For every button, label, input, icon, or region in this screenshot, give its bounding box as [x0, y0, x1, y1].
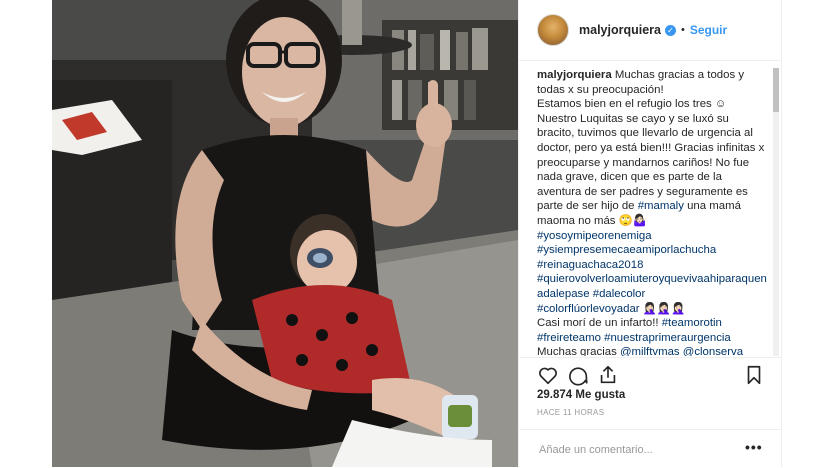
caption-scrollbar[interactable]	[773, 68, 779, 356]
header-username[interactable]: malyjorquiera	[579, 23, 661, 37]
heart-icon[interactable]	[537, 364, 559, 386]
separator-dot: •	[680, 24, 685, 36]
mention-link[interactable]: @clonserva	[683, 346, 743, 356]
action-bar	[519, 357, 781, 388]
caption-text: malyjorquiera Muchas gracias a todos y t…	[537, 68, 769, 356]
hashtag-link[interactable]: #yosoymipeorenemiga	[537, 230, 652, 242]
post-photo[interactable]	[52, 0, 518, 467]
share-icon[interactable]	[597, 364, 619, 386]
more-options-button[interactable]: •••	[745, 439, 763, 455]
caption-text-fragment: Casi morí de un infarto!!	[537, 317, 662, 330]
verified-badge-icon: ✓	[664, 24, 676, 36]
hashtag-link[interactable]: #colorflúorlevoyadar	[537, 303, 640, 315]
hashtag-link[interactable]: #teamorotin	[662, 317, 722, 329]
mention-link[interactable]: @milftvmas	[620, 346, 680, 356]
post-side-panel: malyjorquiera ✓ • Seguir malyjorquiera M…	[518, 0, 782, 467]
hashtag-link[interactable]: #quierovolverloamiuteroyquevivaahiparaqu…	[537, 273, 767, 300]
avatar[interactable]	[537, 14, 569, 46]
hashtag-link[interactable]: #ysiempresemecaeamiporlachucha	[537, 244, 716, 256]
hashtag-link[interactable]: #mamaly	[638, 200, 684, 212]
bookmark-icon[interactable]	[743, 364, 765, 386]
comment-bubble-icon[interactable]	[567, 364, 589, 386]
caption-line-2: Estamos bien en el refugio los tres ☺	[537, 98, 727, 111]
post-timestamp: HACE 11 HORAS	[537, 408, 605, 417]
caption-author[interactable]: malyjorquiera	[537, 69, 612, 81]
hashtag-link[interactable]: #nuestraprimeraurgencia	[604, 332, 731, 344]
comment-box: •••	[519, 429, 781, 468]
caption-area: malyjorquiera Muchas gracias a todos y t…	[537, 68, 769, 356]
scrollbar-thumb[interactable]	[773, 68, 779, 112]
caption-line-3: Nuestro Luquitas se cayo y se luxó su br…	[537, 112, 765, 213]
hashtag-link[interactable]: #dalecolor	[593, 288, 646, 300]
hashtag-link[interactable]: #reinaguachaca2018	[537, 259, 643, 271]
photo-illustration	[52, 0, 518, 467]
emoji-run: 🤦🏻‍♀🤦🏻‍♀🤦🏻‍♀	[639, 302, 686, 315]
post-header: malyjorquiera ✓ • Seguir	[519, 0, 781, 61]
comment-input[interactable]	[537, 440, 741, 460]
follow-button[interactable]: Seguir	[690, 23, 727, 37]
like-count[interactable]: 29.874 Me gusta	[537, 389, 625, 401]
hashtag-link[interactable]: #freireteamo	[537, 332, 601, 344]
caption-text-fragment: Muchas gracias	[537, 346, 620, 356]
